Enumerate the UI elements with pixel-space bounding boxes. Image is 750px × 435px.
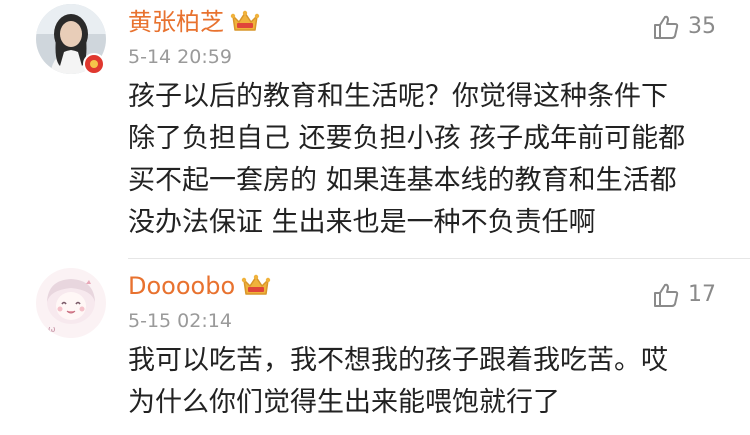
comment-item: 黄张柏芝 5-14 20:59 35 孩子以后的教育和生活呢？你觉得这种条件下 …: [0, 0, 750, 258]
vip-crown-icon: [241, 274, 271, 295]
comment-timestamp: 5-14 20:59: [128, 46, 232, 68]
like-button[interactable]: 17: [652, 280, 716, 310]
comment-timestamp: 5-15 02:14: [128, 310, 232, 332]
verified-badge-icon: [83, 53, 105, 75]
avatar[interactable]: ω: [36, 268, 106, 338]
username-text[interactable]: Doooobo: [128, 272, 235, 300]
svg-text:ω: ω: [48, 325, 56, 335]
comment-line: 买不起一套房的 如果连基本线的教育和生活都: [128, 165, 677, 196]
vip-crown-icon: [230, 10, 260, 31]
comment-line: 为什么你们觉得生出来能喂饱就行了: [128, 387, 560, 418]
comment-item: ω Doooobo 5-15 02:14 17 我可以吃苦，我不想我的孩子跟着我…: [0, 260, 750, 435]
like-count: 17: [688, 282, 716, 307]
thumbs-up-icon: [654, 283, 679, 307]
like-count: 35: [688, 14, 716, 39]
username[interactable]: Doooobo: [128, 272, 271, 300]
comment-body: 我可以吃苦，我不想我的孩子跟着我吃苦。哎 为什么你们觉得生出来能喂饱就行了: [128, 340, 718, 424]
comment-divider: [128, 258, 750, 259]
like-button[interactable]: 35: [652, 12, 716, 42]
comment-line: 我可以吃苦，我不想我的孩子跟着我吃苦。哎: [128, 345, 668, 376]
avatar-anime-icon: ω: [36, 268, 106, 338]
username[interactable]: 黄张柏芝: [128, 8, 260, 36]
comment-line: 除了负担自己 还要负担小孩 孩子成年前可能都: [128, 123, 686, 154]
comment-line: 没办法保证 生出来也是一种不负责任啊: [128, 207, 596, 238]
comment-line: 孩子以后的教育和生活呢？你觉得这种条件下: [128, 81, 668, 112]
comment-body: 孩子以后的教育和生活呢？你觉得这种条件下 除了负担自己 还要负担小孩 孩子成年前…: [128, 76, 718, 244]
thumbs-up-icon: [654, 15, 679, 39]
username-text[interactable]: 黄张柏芝: [128, 8, 224, 36]
